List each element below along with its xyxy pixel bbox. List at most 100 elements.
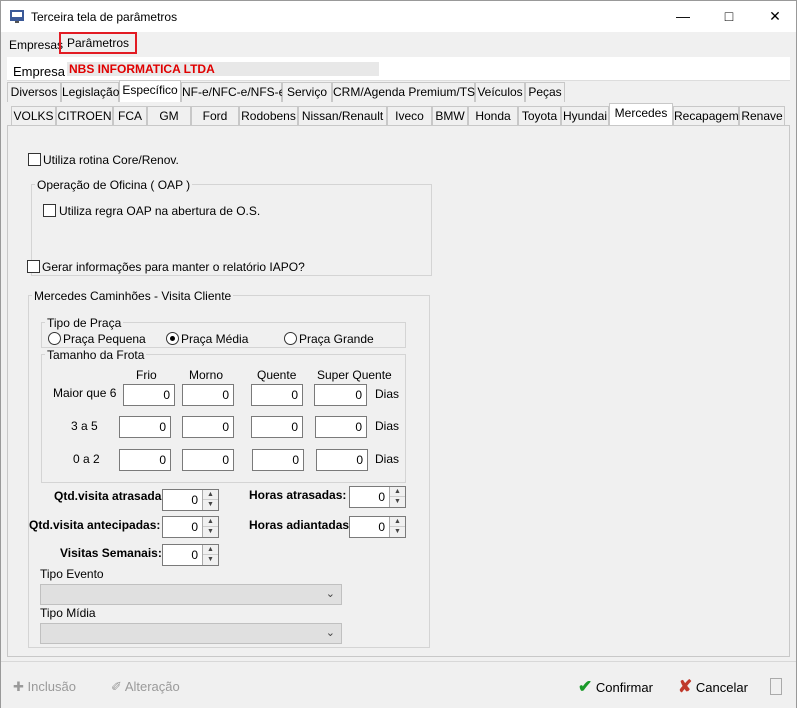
col-frio: Frio [136,368,157,382]
check-icon: ✔ [578,677,593,696]
cancel-icon: ✘ [678,677,693,696]
quente-maior-6-input[interactable]: 0 [251,384,303,406]
exit-icon[interactable] [770,678,782,695]
stepper-up-icon[interactable]: ▲ [203,545,218,555]
core-renov-checkbox[interactable] [28,153,41,166]
stepper-up-icon[interactable]: ▲ [203,517,218,527]
praca-group-title: Tipo de Praça [45,316,124,330]
confirmar-label: Confirmar [595,680,653,695]
add-icon: ✚ [13,679,24,694]
frio-3-5-input[interactable]: 0 [119,416,171,438]
tab-diversos[interactable]: Diversos [7,82,61,102]
super-quente-3-5-input[interactable]: 0 [315,416,367,438]
confirmar-button[interactable]: ✔ Confirmar [578,675,653,699]
col-morno: Morno [189,368,224,382]
tipo-midia-select[interactable]: ⌄ [40,623,342,644]
tab-crm-agenda-premium-tsw[interactable]: CRM/Agenda Premium/TSW [332,82,486,102]
visitas-semanais-value: 0 [191,548,198,562]
stepper-up-icon[interactable]: ▲ [390,517,405,527]
tab-servi-o[interactable]: Serviço [282,82,332,102]
row-label-3-5: 3 a 5 [71,419,98,433]
praca-pequena-radio[interactable] [48,332,61,345]
minimize-icon[interactable]: — [660,1,706,32]
tab-brand-honda[interactable]: Honda [468,106,518,126]
stepper-down-icon[interactable]: ▼ [203,527,218,537]
qtd-antecipadas-value: 0 [191,520,198,534]
tab-brand-rodobens[interactable]: Rodobens [239,106,298,126]
stepper-up-icon[interactable]: ▲ [390,487,405,497]
close-icon[interactable]: ✕ [752,1,797,32]
qtd-atrasadas-label: Qtd.visita atrasadas: [54,489,173,503]
stepper-buttons: ▲ ▼ [202,517,218,537]
qtd-atrasadas-stepper[interactable]: 0 ▲ ▼ [162,489,219,511]
menu-parametros[interactable]: Parâmetros [59,32,138,54]
morno-0-2-input[interactable]: 0 [182,449,234,471]
stepper-down-icon[interactable]: ▼ [390,527,405,537]
company-name: NBS INFORMATICA LTDA [67,62,379,76]
horas-adiantadas-value: 0 [378,520,385,534]
stepper-buttons: ▲ ▼ [202,490,218,510]
tab-brand-volks[interactable]: VOLKS [11,106,56,126]
tab-brand-citroen[interactable]: CITROEN [56,106,113,126]
tab-brand-hyundai[interactable]: Hyundai [561,106,609,126]
stepper-buttons: ▲ ▼ [389,517,405,537]
stepper-up-icon[interactable]: ▲ [203,490,218,500]
tab-brand-gm[interactable]: GM [147,106,191,126]
window: Terceira tela de parâmetros — □ ✕ Empres… [0,0,797,708]
stepper-down-icon[interactable]: ▼ [203,500,218,510]
praca-grande-label: Praça Grande [299,332,374,346]
praca-media-radio[interactable] [166,332,179,345]
oap-group-title: Operação de Oficina ( OAP ) [35,178,193,192]
tab-espec-fico[interactable]: Específico [119,80,181,102]
frio-maior-6-input[interactable]: 0 [123,384,175,406]
app-icon [9,8,25,24]
horas-atrasadas-stepper[interactable]: 0 ▲ ▼ [349,486,406,508]
super-quente-maior-6-input[interactable]: 0 [314,384,367,406]
row-label-maior-6: Maior que 6 [53,386,117,400]
tab-brand-mercedes[interactable]: Mercedes [609,103,673,125]
tab-brand-ford[interactable]: Ford [191,106,239,126]
tab-brand-renave[interactable]: Renave [739,106,785,126]
alteracao-button[interactable]: ✐ Alteração [111,675,180,699]
company-label: Empresa [13,64,66,79]
tab-brand-toyota[interactable]: Toyota [518,106,561,126]
morno-maior-6-input[interactable]: 0 [182,384,234,406]
tab-brand-recapagem[interactable]: Recapagem [673,106,739,126]
alteracao-label: Alteração [124,679,180,694]
tab-brand-bmw[interactable]: BMW [432,106,468,126]
visitas-semanais-stepper[interactable]: 0 ▲ ▼ [162,544,219,566]
morno-3-5-input[interactable]: 0 [182,416,234,438]
tipo-evento-select[interactable]: ⌄ [40,584,342,605]
cancelar-label: Cancelar [695,680,748,695]
frio-0-2-input[interactable]: 0 [119,449,171,471]
tab-brand-fca[interactable]: FCA [113,106,147,126]
tab-nf-e-nfc-e-nfs-e[interactable]: NF-e/NFC-e/NFS-e [181,82,285,102]
iapo-checkbox[interactable] [27,260,40,273]
oap-rule-checkbox[interactable] [43,204,56,217]
tab-legisla-o[interactable]: Legislação [61,82,119,102]
horas-adiantadas-stepper[interactable]: 0 ▲ ▼ [349,516,406,538]
col-quente: Quente [257,368,297,382]
cancelar-button[interactable]: ✘ Cancelar [678,675,748,699]
menu-empresas[interactable]: Empresas [9,38,63,52]
super-quente-0-2-input[interactable]: 0 [316,449,368,471]
horas-atrasadas-label: Horas atrasadas: [249,488,347,502]
tab-pe-as[interactable]: Peças [525,82,565,102]
stepper-down-icon[interactable]: ▼ [203,555,218,565]
dias-label-3: Dias [375,452,400,466]
qtd-antecipadas-stepper[interactable]: 0 ▲ ▼ [162,516,219,538]
tab-brand-iveco[interactable]: Iveco [387,106,432,126]
horas-atrasadas-value: 0 [378,490,385,504]
stepper-down-icon[interactable]: ▼ [390,497,405,507]
inclusao-button[interactable]: ✚ Inclusão [13,675,76,699]
quente-3-5-input[interactable]: 0 [251,416,303,438]
quente-0-2-input[interactable]: 0 [252,449,304,471]
visitas-semanais-label: Visitas Semanais: [60,546,162,560]
praca-grande-radio[interactable] [284,332,297,345]
row-label-0-2: 0 a 2 [73,452,100,466]
chevron-down-icon: ⌄ [325,627,335,639]
tab-ve-culos[interactable]: Veículos [475,82,525,102]
tab-brand-nissan-renault[interactable]: Nissan/Renault [298,106,387,126]
maximize-icon[interactable]: □ [706,1,752,32]
tipo-midia-label: Tipo Mídia [40,606,96,620]
